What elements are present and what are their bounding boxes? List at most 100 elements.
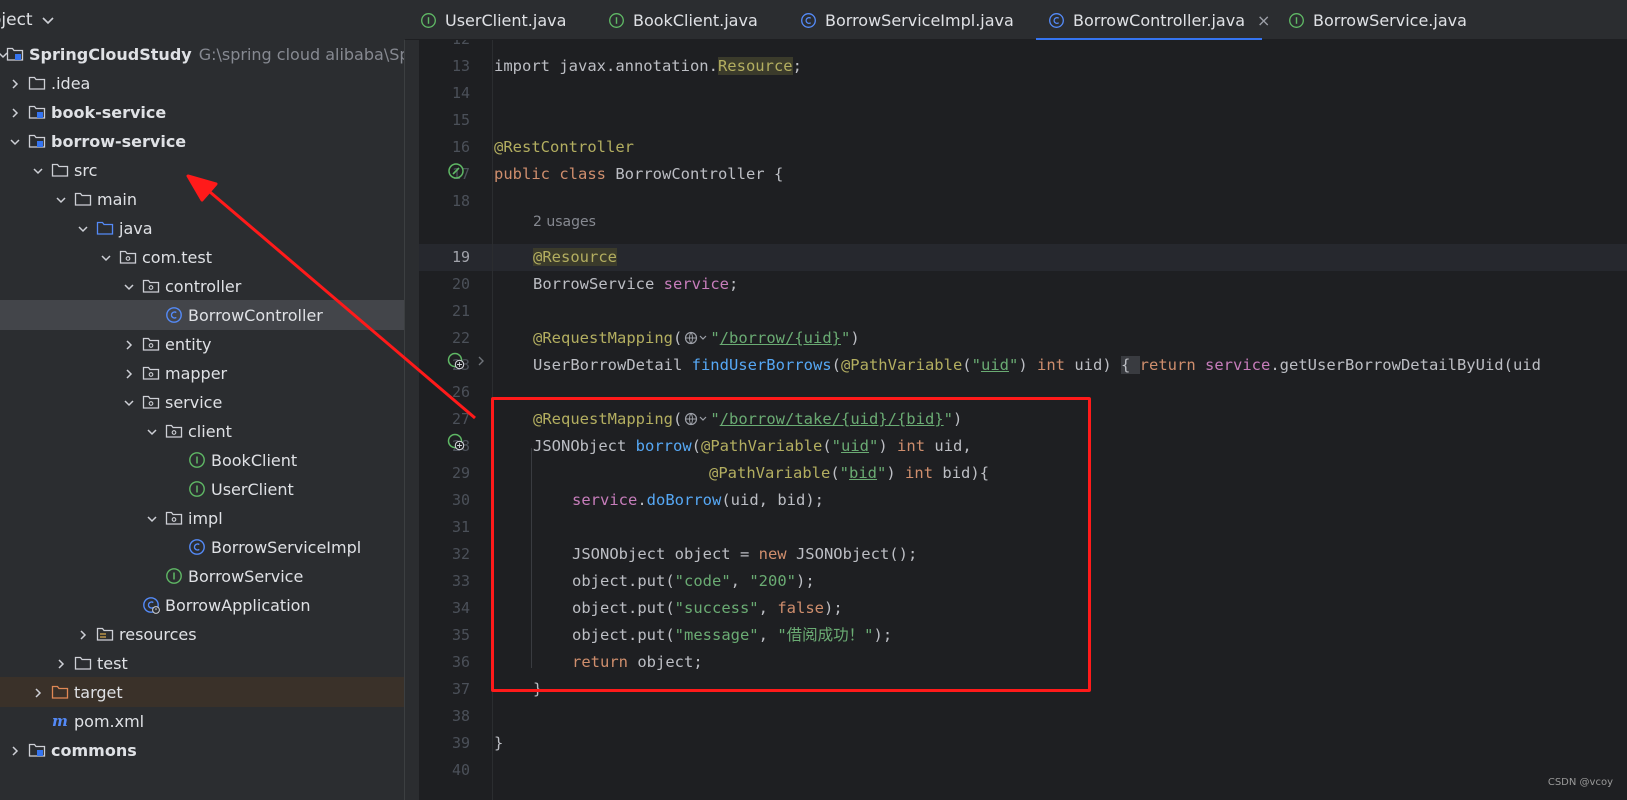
tree-item-com-test[interactable]: com.test xyxy=(0,242,405,272)
tree-item-borrowservice[interactable]: BorrowService xyxy=(0,561,405,591)
interface-icon xyxy=(421,12,436,28)
tree-item-resources[interactable]: resources xyxy=(0,619,405,649)
globe-icon[interactable] xyxy=(684,330,708,346)
chevron-right-icon[interactable] xyxy=(8,743,22,757)
svg-text:m: m xyxy=(52,712,68,730)
editor-left-strip xyxy=(405,40,419,800)
chevron-right-icon[interactable] xyxy=(122,337,136,351)
chevron-right-icon[interactable] xyxy=(122,366,136,380)
spring-boot-class-icon xyxy=(142,596,160,614)
chevron-down-icon[interactable] xyxy=(31,163,45,177)
tree-item-label: main xyxy=(97,189,137,209)
tab-userclient[interactable]: UserClient.java xyxy=(420,0,566,40)
web-endpoint-icon[interactable] xyxy=(447,433,465,451)
tree-item-label: BookClient xyxy=(211,450,298,470)
tree-item-mapper[interactable]: mapper xyxy=(0,358,405,388)
module-folder-icon xyxy=(28,132,46,150)
tree-item-borrow-service[interactable]: borrow-service xyxy=(0,126,405,156)
project-view-header[interactable]: oject xyxy=(0,0,405,40)
tree-item-userclient[interactable]: UserClient xyxy=(0,474,405,504)
tab-borrowservice[interactable]: BorrowService.java xyxy=(1288,0,1467,40)
project-tool-window: oject SpringCloudStudy G:\spring cloud a… xyxy=(0,0,405,800)
tree-item-entity[interactable]: entity xyxy=(0,329,405,359)
code-line-17: public class BorrowController { xyxy=(494,165,784,183)
line-number: 34 xyxy=(451,599,470,617)
tab-label: BookClient.java xyxy=(633,10,758,30)
tree-item-label: entity xyxy=(165,334,212,354)
tree-item-borrowcontroller[interactable]: BorrowController xyxy=(0,300,404,330)
chevron-right-icon[interactable] xyxy=(8,76,22,90)
tree-item-label: BorrowServiceImpl xyxy=(211,537,362,557)
maven-icon: m xyxy=(51,712,69,730)
tree-item-label: BorrowService xyxy=(188,566,304,586)
chevron-right-icon[interactable] xyxy=(31,685,45,699)
tree-item-commons[interactable]: commons xyxy=(0,735,405,765)
line-number: 39 xyxy=(451,734,470,752)
line-number: 22 xyxy=(451,329,470,347)
tree-item-service[interactable]: service xyxy=(0,387,405,417)
tree-item-label: pom.xml xyxy=(74,711,145,731)
tree-item-target[interactable]: target xyxy=(0,677,405,707)
usages-hint[interactable]: 2 usages xyxy=(533,214,596,230)
tab-borrowserviceimpl[interactable]: BorrowServiceImpl.java xyxy=(800,0,1014,40)
chevron-down-icon[interactable] xyxy=(122,395,136,409)
chevron-right-icon[interactable] xyxy=(54,656,68,670)
close-icon[interactable]: × xyxy=(1257,11,1270,30)
chevron-right-icon[interactable] xyxy=(8,105,22,119)
tree-item-impl[interactable]: impl xyxy=(0,503,405,533)
tab-borrowcontroller[interactable]: BorrowController.java × xyxy=(1035,0,1270,41)
tree-item-main[interactable]: main xyxy=(0,184,405,214)
folder-icon xyxy=(51,161,69,179)
tree-item-borrowserviceimpl[interactable]: BorrowServiceImpl xyxy=(0,532,405,562)
chevron-down-icon[interactable] xyxy=(41,13,55,27)
line-number: 16 xyxy=(451,138,470,156)
line-number: 38 xyxy=(451,707,470,725)
chevron-right-icon[interactable] xyxy=(76,627,90,641)
tab-bookclient[interactable]: BookClient.java xyxy=(608,0,758,40)
tree-item-label: client xyxy=(188,421,232,441)
chevron-down-icon[interactable] xyxy=(99,250,113,264)
class-icon xyxy=(801,12,816,28)
chevron-down-icon[interactable] xyxy=(54,192,68,206)
tree-item-controller[interactable]: controller xyxy=(0,271,405,301)
chevron-down-icon[interactable] xyxy=(8,134,22,148)
code-editor[interactable]: 12 13 14 15 16 17 18 19 20 21 22 23 26 2… xyxy=(419,40,1627,800)
package-icon xyxy=(142,277,160,295)
tree-item-idea[interactable]: .idea xyxy=(0,68,405,98)
code-line-16: @RestController xyxy=(494,138,634,156)
tab-label: BorrowController.java xyxy=(1073,10,1246,30)
chevron-down-icon[interactable] xyxy=(122,279,136,293)
folder-icon xyxy=(28,74,46,92)
web-endpoint-icon[interactable] xyxy=(447,352,465,370)
tree-item-pom-xml[interactable]: m pom.xml xyxy=(0,706,405,736)
tree-item-test[interactable]: test xyxy=(0,648,405,678)
tree-item-java[interactable]: java xyxy=(0,213,405,243)
line-number: 35 xyxy=(451,626,470,644)
chevron-right-icon[interactable] xyxy=(475,354,487,368)
chevron-down-icon[interactable] xyxy=(76,221,90,235)
tree-item-label: BorrowApplication xyxy=(165,595,311,615)
tree-item-src[interactable]: src xyxy=(0,155,405,185)
tree-item-book-service[interactable]: book-service xyxy=(0,97,405,127)
bean-icon[interactable] xyxy=(447,162,465,180)
code-line-39: } xyxy=(494,734,504,752)
line-number: 30 xyxy=(451,491,470,509)
package-icon xyxy=(165,509,183,527)
source-folder-icon xyxy=(96,219,114,237)
tree-item-bookclient[interactable]: BookClient xyxy=(0,445,405,475)
class-icon xyxy=(1049,12,1064,28)
interface-icon xyxy=(165,567,183,585)
tree-item-label: UserClient xyxy=(211,479,294,499)
tab-label: BorrowServiceImpl.java xyxy=(825,10,1014,30)
chevron-down-icon[interactable] xyxy=(145,424,159,438)
line-number: 32 xyxy=(451,545,470,563)
module-folder-icon xyxy=(6,45,24,63)
tree-item-springcloudstudy[interactable]: SpringCloudStudy G:\spring cloud alibaba… xyxy=(0,39,405,69)
tree-item-borrowapplication[interactable]: BorrowApplication xyxy=(0,590,405,620)
package-icon xyxy=(142,335,160,353)
interface-icon xyxy=(188,451,206,469)
chevron-down-icon[interactable] xyxy=(145,511,159,525)
resources-folder-icon xyxy=(96,625,114,643)
folder-icon xyxy=(74,654,92,672)
tree-item-client[interactable]: client xyxy=(0,416,405,446)
